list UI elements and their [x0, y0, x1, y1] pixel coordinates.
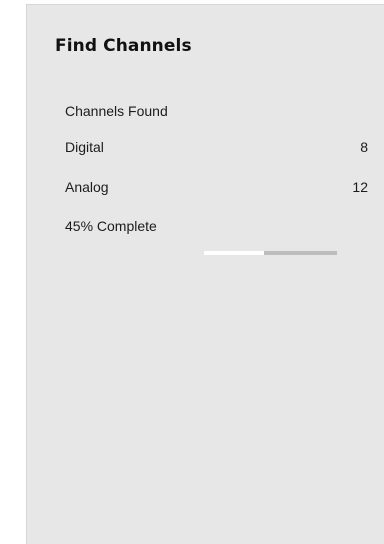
analog-count: 12: [352, 179, 368, 195]
panel-title: Find Channels: [55, 36, 192, 56]
scan-progress-bar: [204, 251, 337, 255]
channels-found-label: Channels Found: [65, 103, 168, 119]
analog-label: Analog: [65, 179, 109, 195]
digital-label: Digital: [65, 139, 104, 155]
find-channels-panel: Find Channels Channels Found Digital 8 A…: [26, 4, 384, 544]
progress-label: 45% Complete: [65, 218, 157, 234]
scan-progress-fill: [204, 251, 264, 255]
digital-count: 8: [360, 139, 368, 155]
